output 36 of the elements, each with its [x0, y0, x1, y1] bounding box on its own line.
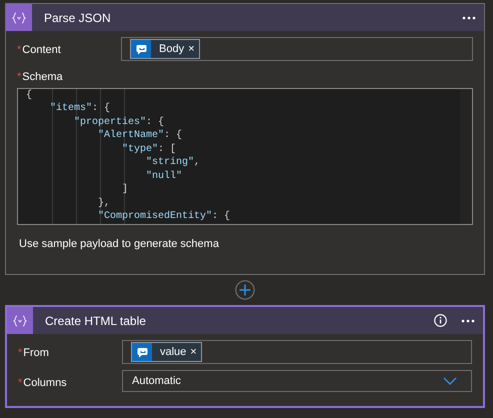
code-line: { — [25, 88, 34, 102]
sample-payload-link[interactable]: Use sample payload to generate schema — [19, 236, 219, 252]
remove-button[interactable]: × — [188, 44, 199, 54]
dropdown-value: Automatic — [132, 374, 182, 389]
input-field[interactable]: value × — [122, 340, 472, 364]
token-label: value — [159, 344, 188, 360]
code-line: "null" — [145, 170, 184, 183]
remove-button[interactable]: × — [190, 346, 201, 358]
code-line: "CompromisedEntity": { — [97, 210, 232, 224]
code-line: "items": { — [49, 102, 112, 116]
code-line: "type": [ — [121, 142, 178, 156]
scrollbar[interactable] — [460, 88, 472, 224]
code-line: }, — [97, 196, 112, 210]
dropdown-field[interactable]: Automatic — [122, 370, 472, 392]
input-field[interactable]: Body × — [121, 37, 473, 61]
chevron-down-icon — [443, 377, 457, 385]
braces-icon — [12, 314, 28, 328]
chat-bubble-icon — [135, 43, 147, 55]
field-label: *Columns — [18, 377, 67, 389]
field-label: *Content — [17, 44, 61, 56]
add-step-icon[interactable] — [234, 279, 256, 301]
field-label: *Schema — [17, 70, 63, 85]
token-label: Body — [158, 42, 186, 57]
more-icon[interactable] — [461, 318, 475, 322]
code-editor[interactable]: { "items": { "properties": { "AlertName": { "type": [ "string", "null" ] }, "CompromisedEntity": { — [17, 88, 473, 224]
field-label: *From — [18, 347, 49, 359]
code-line: "properties": { — [73, 116, 166, 129]
action-title: Create HTML table — [44, 312, 147, 330]
info-icon[interactable] — [434, 314, 447, 327]
code-line: "AlertName": { — [97, 129, 184, 142]
code-line: ] — [121, 183, 130, 196]
more-icon[interactable] — [462, 16, 476, 20]
code-line: "string", — [145, 156, 202, 170]
action-title: Parse JSON — [43, 10, 112, 26]
chat-bubble-icon — [136, 346, 148, 358]
braces-icon — [11, 10, 27, 24]
